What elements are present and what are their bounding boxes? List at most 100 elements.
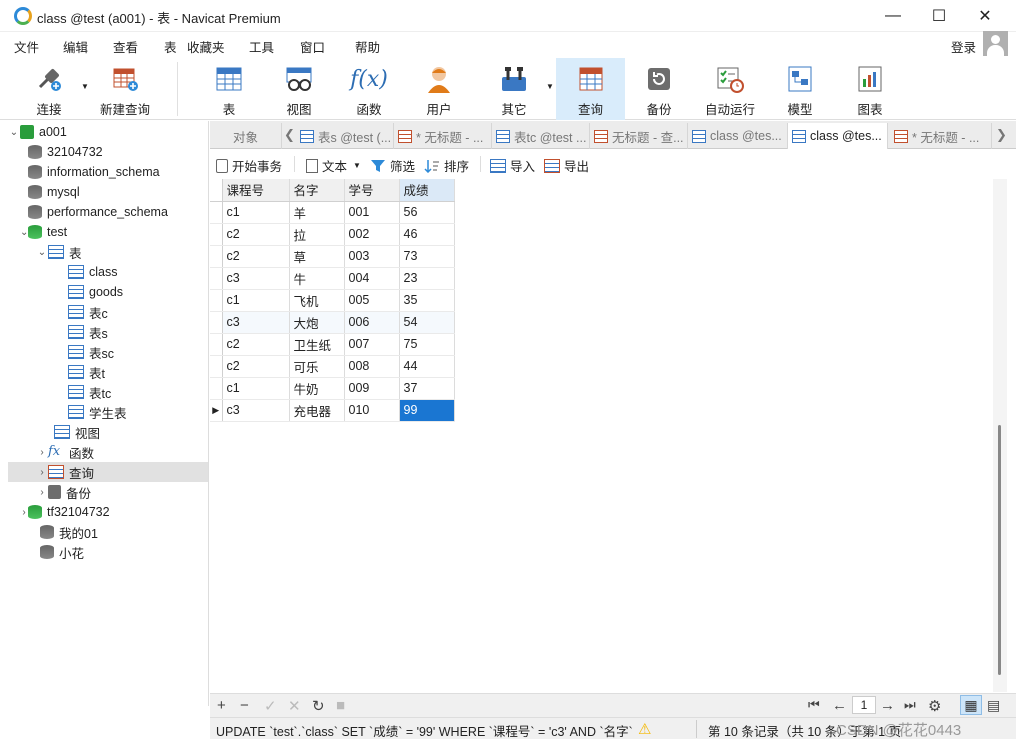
tree-db-my01[interactable]: 我的01 xyxy=(40,522,98,542)
tree-table-class[interactable]: class xyxy=(68,262,117,282)
table-cell[interactable]: c3 xyxy=(222,399,290,422)
row-header[interactable] xyxy=(210,289,223,312)
chevron-down-icon[interactable]: ⌄ xyxy=(20,227,28,238)
column-header[interactable]: 名字 xyxy=(289,179,345,202)
column-header[interactable]: 成绩 xyxy=(399,179,455,202)
table-cell[interactable]: 003 xyxy=(344,245,400,268)
table-cell[interactable]: 001 xyxy=(344,201,400,224)
table-cell[interactable]: 004 xyxy=(344,267,400,290)
table-cell[interactable]: 草 xyxy=(289,245,345,268)
table-row[interactable]: c2 卫生纸 007 75 xyxy=(210,333,455,356)
tree-table-t[interactable]: 表t xyxy=(68,362,105,382)
table-cell[interactable]: 飞机 xyxy=(289,289,345,312)
chevron-right-icon[interactable]: › xyxy=(20,507,28,518)
menu-tools[interactable]: 工具 xyxy=(249,37,274,56)
table-row[interactable]: c2 草 003 73 xyxy=(210,245,455,268)
scrollbar-thumb[interactable] xyxy=(998,425,1001,675)
tab-table-tc[interactable]: 表tc @test ... xyxy=(492,123,590,149)
next-page-icon[interactable]: → xyxy=(880,697,895,714)
table-cell[interactable]: 大炮 xyxy=(289,311,345,334)
table-cell[interactable]: c1 xyxy=(222,289,290,312)
tree-backups-folder[interactable]: › 备份 xyxy=(36,482,91,502)
chevron-right-icon[interactable]: › xyxy=(36,447,48,458)
new-query-button[interactable]: 新建查询 xyxy=(91,58,159,120)
row-header[interactable] xyxy=(210,355,223,378)
row-header[interactable] xyxy=(210,245,223,268)
table-cell[interactable]: 009 xyxy=(344,377,400,400)
chevron-right-icon[interactable]: › xyxy=(36,487,48,498)
tab-untitled-query[interactable]: 无标题 - 查... xyxy=(590,123,688,149)
begin-transaction-button[interactable]: 开始事务 xyxy=(216,156,282,175)
tree-db-32104732[interactable]: 32104732 xyxy=(28,142,103,162)
current-row-indicator[interactable]: ▶ xyxy=(210,399,223,422)
last-page-icon[interactable]: ⏭ xyxy=(904,697,916,713)
function-button[interactable]: f(x) 函数 xyxy=(335,58,403,120)
view-button[interactable]: 视图 xyxy=(265,58,333,120)
table-row[interactable]: c3 大炮 006 54 xyxy=(210,311,455,334)
table-button[interactable]: 表 xyxy=(195,58,263,120)
filter-button[interactable]: 筛选 xyxy=(370,156,415,175)
tab-untitled-2[interactable]: * 无标题 - ... xyxy=(890,123,992,149)
page-number-field[interactable]: 1 xyxy=(852,696,876,714)
other-dropdown-icon[interactable]: ▼ xyxy=(546,82,554,91)
tree-connection-a001[interactable]: ⌄ a001 xyxy=(8,122,208,142)
tab-class-design[interactable]: class @tes... xyxy=(688,123,788,149)
add-record-icon[interactable]: + xyxy=(217,697,226,714)
table-cell[interactable]: 35 xyxy=(399,289,455,312)
table-cell[interactable]: 008 xyxy=(344,355,400,378)
table-cell[interactable]: 37 xyxy=(399,377,455,400)
import-button[interactable]: 导入 xyxy=(490,156,535,175)
tab-table-s[interactable]: 表s @test (... xyxy=(296,123,394,149)
chevron-right-icon[interactable]: › xyxy=(36,467,48,478)
sort-button[interactable]: 排序 xyxy=(424,156,469,175)
table-cell[interactable]: 44 xyxy=(399,355,455,378)
table-cell[interactable]: c1 xyxy=(222,201,290,224)
table-cell[interactable]: 006 xyxy=(344,311,400,334)
refresh-icon[interactable]: ↻ xyxy=(312,697,325,715)
menu-window[interactable]: 窗口 xyxy=(300,37,325,56)
table-row[interactable]: c1 牛奶 009 37 xyxy=(210,377,455,400)
chart-button[interactable]: 图表 xyxy=(836,58,904,120)
tree-db-xiaohua[interactable]: 小花 xyxy=(40,542,84,562)
table-cell[interactable]: 46 xyxy=(399,223,455,246)
table-cell[interactable]: 卫生纸 xyxy=(289,333,345,356)
delete-record-icon[interactable]: − xyxy=(240,697,249,714)
previous-page-icon[interactable]: ← xyxy=(832,697,847,714)
chevron-left-icon[interactable]: ❮ xyxy=(284,127,295,143)
table-row[interactable]: c2 可乐 008 44 xyxy=(210,355,455,378)
table-cell[interactable]: 充电器 xyxy=(289,399,345,422)
tab-class-data[interactable]: class @tes... xyxy=(788,123,888,149)
tree-db-tf32104732[interactable]: › tf32104732 xyxy=(20,502,110,522)
menu-favorites[interactable]: 收藏夹 xyxy=(187,37,225,56)
table-row[interactable]: c1 羊 001 56 xyxy=(210,201,455,224)
row-header[interactable] xyxy=(210,377,223,400)
query-button[interactable]: 查询 xyxy=(556,58,625,120)
export-button[interactable]: 导出 xyxy=(544,156,589,175)
tree-table-goods[interactable]: goods xyxy=(68,282,123,302)
table-cell[interactable]: c2 xyxy=(222,223,290,246)
table-cell[interactable]: 005 xyxy=(344,289,400,312)
apply-icon[interactable]: ✓ xyxy=(264,697,277,715)
table-cell[interactable]: 73 xyxy=(399,245,455,268)
tree-functions-folder[interactable]: › fx 函数 xyxy=(36,442,94,462)
column-header[interactable]: 学号 xyxy=(344,179,400,202)
tree-db-test[interactable]: ⌄ test xyxy=(20,222,67,242)
minimize-button[interactable]: — xyxy=(870,0,916,32)
maximize-button[interactable]: ☐ xyxy=(916,0,962,32)
table-cell[interactable]: 拉 xyxy=(289,223,345,246)
tree-table-tc[interactable]: 表tc xyxy=(68,382,111,402)
table-cell[interactable]: 牛 xyxy=(289,267,345,290)
tab-objects[interactable]: 对象 xyxy=(210,123,282,149)
chevron-down-icon[interactable]: ⌄ xyxy=(36,247,48,258)
menu-view[interactable]: 查看 xyxy=(113,37,138,56)
table-row-current[interactable]: ▶ c3 充电器 010 99 xyxy=(210,399,455,422)
text-button[interactable]: 文本 ▼ xyxy=(306,156,361,175)
tree-db-mysql[interactable]: mysql xyxy=(28,182,80,202)
connect-button[interactable]: 连接 xyxy=(15,58,83,120)
row-header[interactable] xyxy=(210,333,223,356)
chevron-down-icon[interactable]: ⌄ xyxy=(8,127,20,138)
table-cell[interactable]: 75 xyxy=(399,333,455,356)
table-cell[interactable]: 牛奶 xyxy=(289,377,345,400)
first-page-icon[interactable]: ⏮ xyxy=(808,697,820,713)
table-cell[interactable]: c3 xyxy=(222,267,290,290)
